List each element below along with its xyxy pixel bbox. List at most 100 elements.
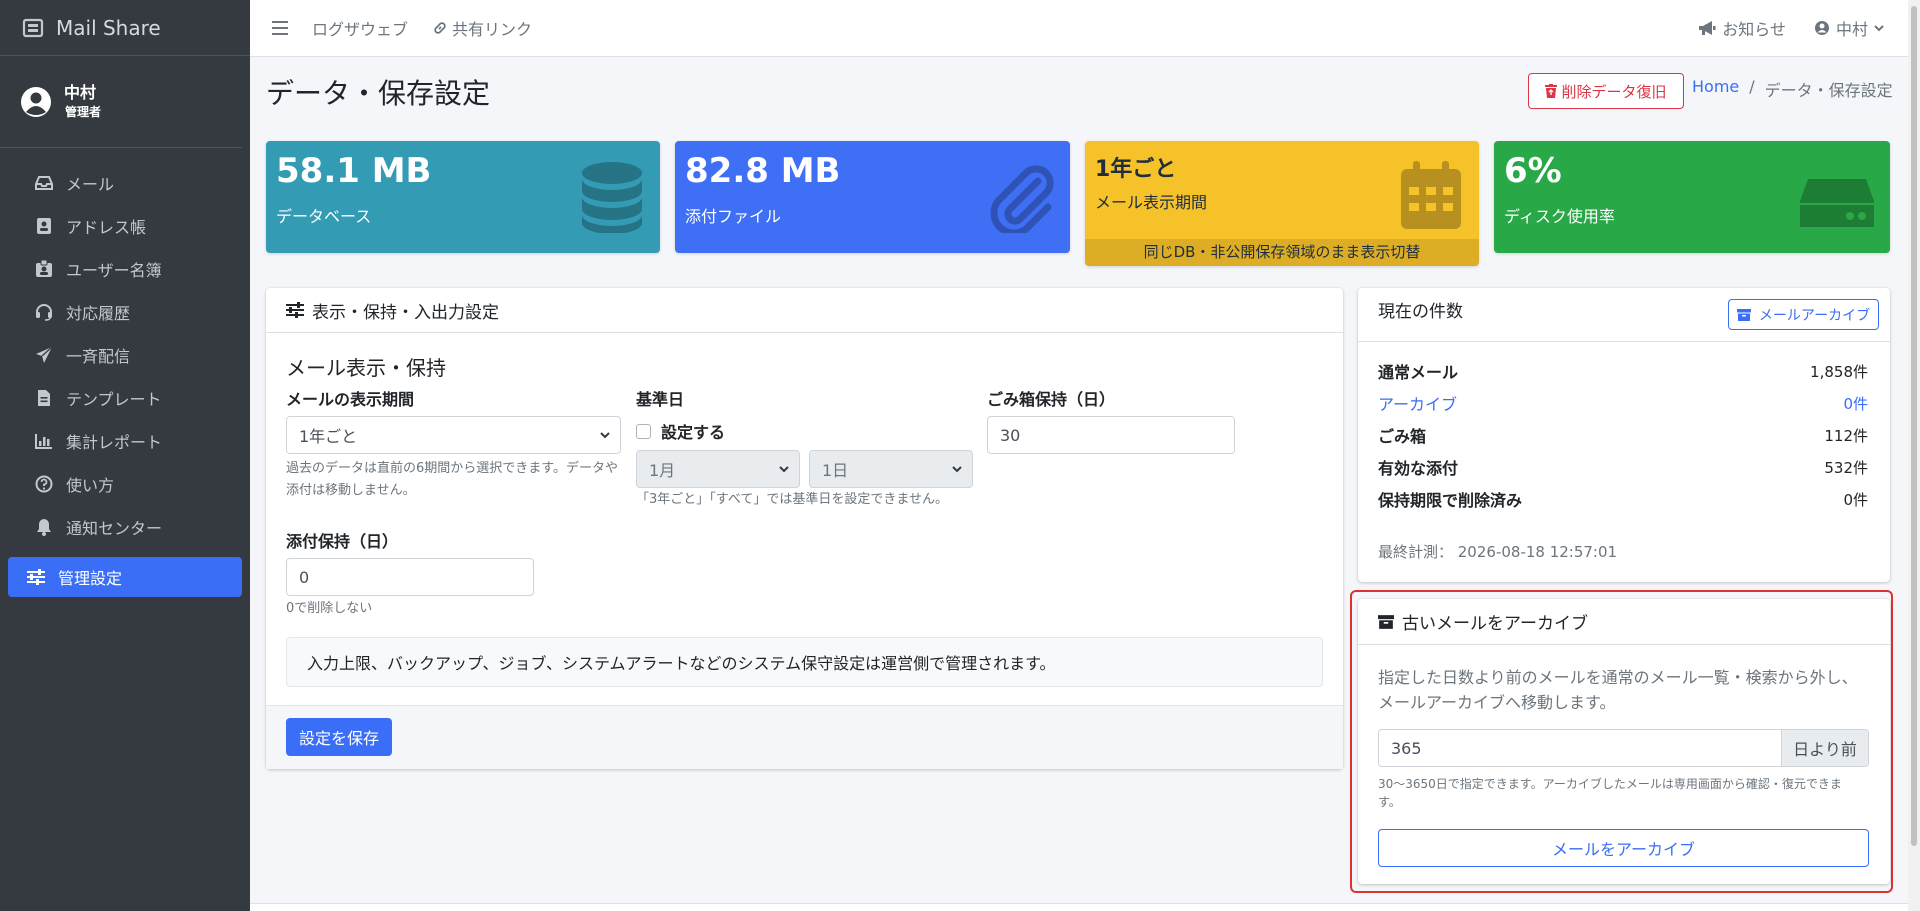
count-label: ごみ箱 <box>1378 427 1427 446</box>
notice-label: お知らせ <box>1722 20 1786 39</box>
section-title: メール表示・保持 <box>286 356 446 380</box>
display-period-select[interactable]: 1年ごと <box>286 416 621 454</box>
settings-card: 表示・保持・入出力設定 メール表示・保持 メールの表示期間 1年ごと 過去のデー… <box>266 288 1343 769</box>
user-menu[interactable]: 中村 <box>1814 16 1884 40</box>
base-month-value: 1月 <box>649 461 676 480</box>
base-date-checkbox[interactable]: 設定する <box>636 419 725 443</box>
sidebar-item-admin-settings[interactable]: 管理設定 <box>8 557 242 597</box>
top-link-label: 共有リンク <box>452 20 533 39</box>
count-row-expired: 保持期限で削除済み 0件 <box>1378 483 1868 515</box>
archive-description-line-1: 指定した日数より前のメールを通常のメール一覧・検索から外し、 <box>1378 668 1858 687</box>
sidebar-item-label: 管理設定 <box>58 569 123 588</box>
breadcrumb: Home / データ・保存設定 <box>1692 77 1893 101</box>
archive-help: 30〜3650日で指定できます。アーカイブしたメールは専用画面から確認・復元でき… <box>1378 775 1873 811</box>
checkbox-box[interactable] <box>636 423 651 439</box>
breadcrumb-home-link[interactable]: Home <box>1692 77 1739 101</box>
trash-keep-input[interactable]: 30 <box>987 416 1235 454</box>
notice-link[interactable]: お知らせ <box>1698 16 1786 40</box>
archive-help-line-1: 30〜3650日で指定できます。アーカイブしたメールは専用画面から確認・復元でき… <box>1378 777 1842 791</box>
stat-label: 添付ファイル <box>685 207 782 226</box>
archive-mail-button[interactable]: メールをアーカイブ <box>1378 829 1869 867</box>
breadcrumb-separator: / <box>1749 77 1755 96</box>
sidebar-item-address-book[interactable]: アドレス帳 <box>8 204 242 247</box>
id-badge-icon <box>34 259 54 279</box>
sidebar-item-help[interactable]: 使い方 <box>8 462 242 505</box>
stat-box-disk-usage: 6% ディスク使用率 <box>1494 141 1890 253</box>
archive-days-input[interactable]: 365 <box>1378 729 1781 767</box>
hamburger-menu-icon[interactable] <box>272 21 288 35</box>
sidebar-item-label: ユーザー名簿 <box>66 260 162 280</box>
user-menu-label: 中村 <box>1835 20 1868 39</box>
sidebar-item-label: 一斉配信 <box>66 346 131 366</box>
sidebar-item-broadcast[interactable]: 一斉配信 <box>8 333 242 376</box>
base-date-help: 「3年ごと」「すべて」では基準日を設定できません。 <box>636 492 948 507</box>
count-label: 通常メール <box>1378 363 1459 382</box>
mail-archive-button[interactable]: メールアーカイブ <box>1728 299 1879 330</box>
settings-card-header: 表示・保持・入出力設定 <box>266 288 1343 333</box>
sidebar-item-user-list[interactable]: ユーザー名簿 <box>8 247 242 290</box>
stat-box-attachments: 82.8 MB 添付ファイル <box>675 141 1070 253</box>
save-settings-button[interactable]: 設定を保存 <box>286 718 392 756</box>
chart-bar-icon <box>34 431 54 451</box>
footer-strip <box>250 903 1908 911</box>
count-row-trash: ごみ箱 112件 <box>1378 419 1868 451</box>
count-label: 有効な添付 <box>1378 459 1459 478</box>
count-row-normal: 通常メール 1,858件 <box>1378 355 1868 387</box>
restore-deleted-data-button[interactable]: 削除データ復旧 <box>1528 73 1684 109</box>
scrollbar-thumb[interactable] <box>1911 6 1917 846</box>
sidebar: Mail Share 中村 管理者 メール アドレス帳 ユーザー名簿 対応履歴 … <box>0 0 250 911</box>
brand[interactable]: Mail Share <box>0 0 250 56</box>
sliders-icon <box>286 302 304 318</box>
stat-value: 58.1 MB <box>276 151 432 191</box>
headset-icon <box>34 302 54 322</box>
count-label: 保持期限で削除済み <box>1378 491 1523 510</box>
sidebar-item-label: アドレス帳 <box>66 217 147 237</box>
top-link-log-web[interactable]: ログザウェブ <box>312 16 408 40</box>
count-label-link[interactable]: アーカイブ <box>1378 391 1457 415</box>
sidebar-item-label: テンプレート <box>66 389 162 409</box>
sidebar-nav: メール アドレス帳 ユーザー名簿 対応履歴 一斉配信 テンプレート 集計レポート <box>0 148 250 597</box>
sliders-icon <box>26 567 46 587</box>
sidebar-item-template[interactable]: テンプレート <box>8 376 242 419</box>
sidebar-item-notifications[interactable]: 通知センター <box>8 505 242 548</box>
archive-days-input-group: 365 日より前 <box>1378 729 1869 767</box>
sidebar-item-history[interactable]: 対応履歴 <box>8 290 242 333</box>
attach-keep-help: 0で削除しない <box>286 601 373 616</box>
display-period-help: 過去のデータは直前の6期間から選択できます。データや添付は移動しません。 <box>286 461 618 498</box>
base-month-select[interactable]: 1月 <box>636 450 800 488</box>
settings-card-footer: 設定を保存 <box>266 705 1343 769</box>
trash-restore-icon <box>1545 84 1558 98</box>
display-period-value: 1年ごと <box>299 427 358 446</box>
last-measured: 最終計測： 2026-08-18 12:57:01 <box>1378 543 1618 561</box>
trash-keep-label: ごみ箱保持（日） <box>987 390 1116 409</box>
stat-label: メール表示期間 <box>1095 193 1208 212</box>
stat-value: 6% <box>1504 151 1562 191</box>
sidebar-item-report[interactable]: 集計レポート <box>8 419 242 462</box>
sidebar-item-label: 通知センター <box>66 518 163 538</box>
paperclip-icon <box>990 165 1054 233</box>
bell-icon <box>34 517 54 537</box>
archive-help-line-2: す。 <box>1378 795 1401 809</box>
user-panel[interactable]: 中村 管理者 <box>0 56 242 148</box>
stat-footer: 同じDB・非公開保存領域のまま表示切替 <box>1085 239 1479 266</box>
stat-value: 82.8 MB <box>685 151 841 191</box>
breadcrumb-current: データ・保存設定 <box>1764 81 1893 100</box>
settings-card-title: 表示・保持・入出力設定 <box>312 302 499 323</box>
count-value: 112件 <box>1824 426 1868 445</box>
attach-keep-input[interactable]: 0 <box>286 558 534 596</box>
base-day-value: 1日 <box>822 461 849 480</box>
mail-bulk-icon <box>22 18 44 37</box>
top-link-shared-links[interactable]: 共有リンク <box>432 16 532 40</box>
chevron-down-icon <box>600 432 610 439</box>
base-day-select[interactable]: 1日 <box>809 450 973 488</box>
sidebar-item-mail[interactable]: メール <box>8 161 242 204</box>
hdd-icon <box>1800 179 1874 227</box>
archive-icon <box>1378 614 1394 629</box>
restore-button-label: 削除データ復旧 <box>1561 82 1667 101</box>
count-value[interactable]: 0件 <box>1843 393 1868 414</box>
count-row-archive[interactable]: アーカイブ 0件 <box>1378 387 1868 419</box>
attach-keep-label: 添付保持（日） <box>286 532 399 551</box>
database-icon <box>582 162 642 233</box>
page-scrollbar[interactable] <box>1908 0 1920 911</box>
sidebar-item-label: 使い方 <box>66 475 115 495</box>
